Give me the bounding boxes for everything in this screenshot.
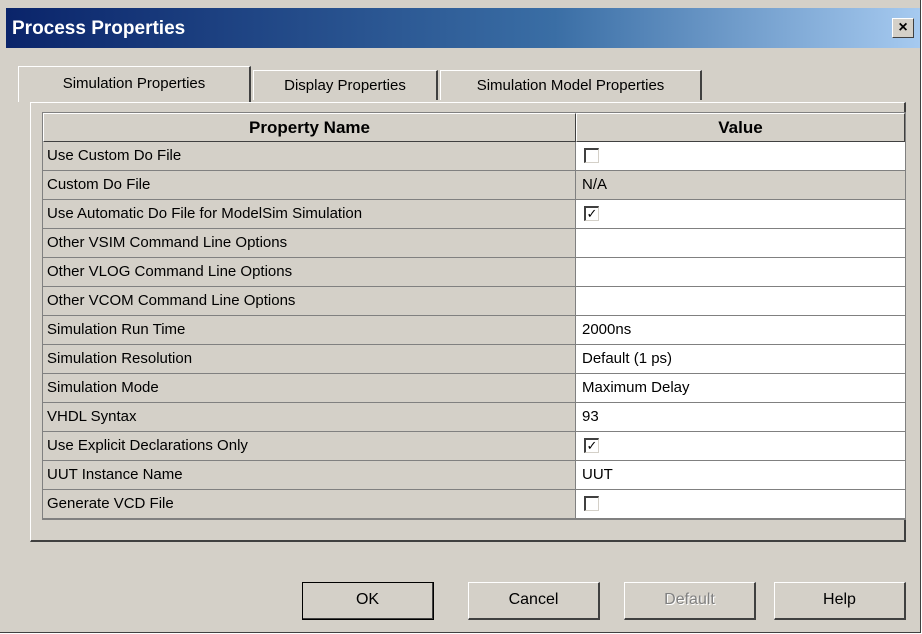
property-value-cell[interactable]: UUT [576, 461, 905, 490]
property-name-cell: Simulation Run Time [43, 316, 576, 345]
property-name-cell: Use Automatic Do File for ModelSim Simul… [43, 200, 576, 229]
table-row[interactable]: Simulation Run Time 2000ns [43, 316, 905, 345]
property-name-cell: Generate VCD File [43, 490, 576, 519]
table-row[interactable]: UUT Instance Name UUT [43, 461, 905, 490]
property-value-cell[interactable] [576, 490, 905, 519]
help-button[interactable]: Help [774, 582, 906, 620]
table-row[interactable]: Simulation Mode Maximum Delay [43, 374, 905, 403]
property-name-cell: Other VSIM Command Line Options [43, 229, 576, 258]
property-value-cell[interactable] [576, 229, 905, 258]
property-value-cell[interactable] [576, 287, 905, 316]
table-row[interactable]: Other VSIM Command Line Options [43, 229, 905, 258]
checked-checkbox[interactable]: ✓ [584, 206, 599, 221]
header-value[interactable]: Value [576, 113, 905, 142]
grid-header: Property Name Value [43, 113, 905, 142]
table-row[interactable]: Custom Do File N/A [43, 171, 905, 200]
cancel-button[interactable]: Cancel [468, 582, 600, 620]
tab-display-properties[interactable]: Display Properties [253, 70, 438, 100]
ok-button[interactable]: OK [302, 582, 434, 620]
tab-simulation-properties[interactable]: Simulation Properties [18, 66, 251, 102]
grid-body: Use Custom Do File Custom Do File N/A Use A… [43, 142, 905, 519]
property-value-cell[interactable]: 2000ns [576, 316, 905, 345]
property-name-cell: Other VCOM Command Line Options [43, 287, 576, 316]
checked-checkbox[interactable]: ✓ [584, 438, 599, 453]
property-name-cell: Simulation Mode [43, 374, 576, 403]
property-value-cell[interactable]: N/A [576, 171, 905, 200]
table-row[interactable]: Other VCOM Command Line Options [43, 287, 905, 316]
property-name-cell: Custom Do File [43, 171, 576, 200]
property-value-cell[interactable]: ✓ [576, 200, 905, 229]
window-title: Process Properties [12, 18, 186, 39]
property-value-cell[interactable] [576, 142, 905, 171]
process-properties-dialog: Process Properties × Simulation Properti… [0, 0, 921, 633]
property-value-cell[interactable]: 93 [576, 403, 905, 432]
property-value-cell[interactable]: ✓ [576, 432, 905, 461]
property-name-cell: Simulation Resolution [43, 345, 576, 374]
unchecked-checkbox[interactable] [584, 148, 599, 163]
default-button: Default [624, 582, 756, 620]
table-row[interactable]: Other VLOG Command Line Options [43, 258, 905, 287]
table-row[interactable]: Use Custom Do File [43, 142, 905, 171]
property-value-cell[interactable]: Default (1 ps) [576, 345, 905, 374]
property-value-cell[interactable] [576, 258, 905, 287]
title-bar[interactable]: Process Properties × [6, 8, 920, 48]
property-name-cell: UUT Instance Name [43, 461, 576, 490]
table-row[interactable]: Use Automatic Do File for ModelSim Simul… [43, 200, 905, 229]
table-row[interactable]: VHDL Syntax 93 [43, 403, 905, 432]
property-grid: Property Name Value Use Custom Do File Cu… [42, 112, 906, 520]
unchecked-checkbox[interactable] [584, 496, 599, 511]
close-icon[interactable]: × [892, 18, 914, 38]
property-name-cell: Other VLOG Command Line Options [43, 258, 576, 287]
table-row[interactable]: Simulation Resolution Default (1 ps) [43, 345, 905, 374]
property-name-cell: Use Explicit Declarations Only [43, 432, 576, 461]
table-row[interactable]: Generate VCD File [43, 490, 905, 519]
property-value-cell[interactable]: Maximum Delay [576, 374, 905, 403]
property-name-cell: VHDL Syntax [43, 403, 576, 432]
table-row[interactable]: Use Explicit Declarations Only ✓ [43, 432, 905, 461]
header-property-name[interactable]: Property Name [43, 113, 576, 142]
tab-simulation-model-properties[interactable]: Simulation Model Properties [440, 70, 702, 100]
property-name-cell: Use Custom Do File [43, 142, 576, 171]
